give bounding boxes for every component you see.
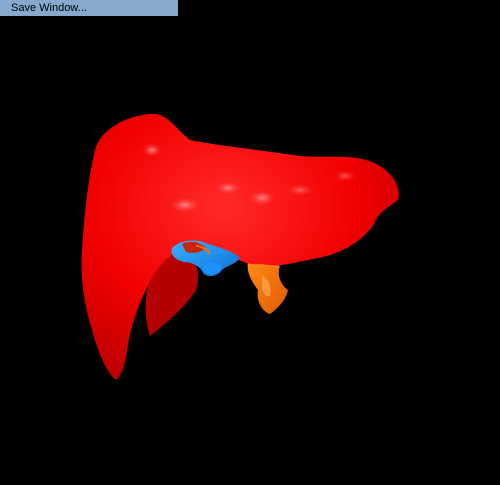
hepatic-artery-model[interactable] <box>247 261 288 314</box>
liver-model[interactable] <box>81 113 399 380</box>
render-viewport[interactable]: Save Window... <box>0 0 500 485</box>
3d-scene[interactable] <box>0 0 500 485</box>
save-window-menu-item[interactable]: Save Window... <box>0 0 178 16</box>
